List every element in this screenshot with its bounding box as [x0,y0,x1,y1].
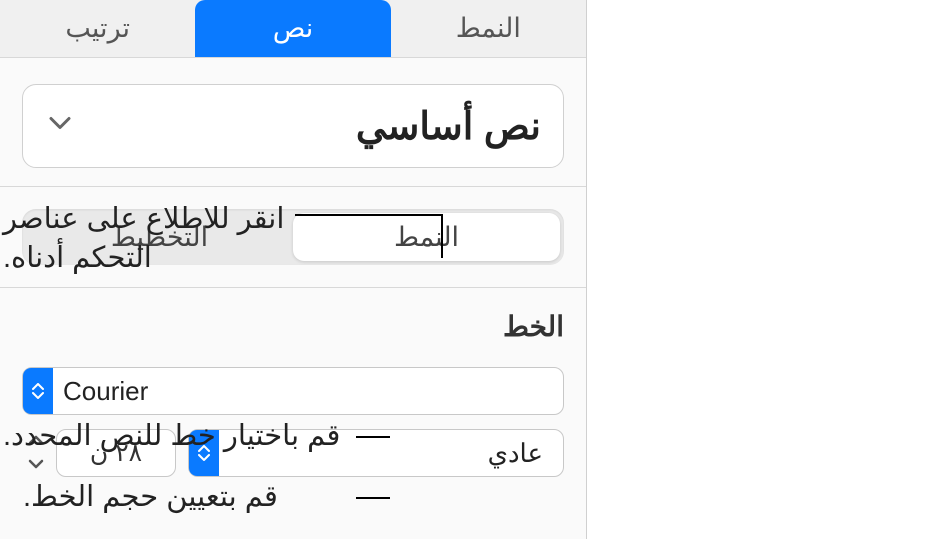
callout-line [295,214,443,216]
font-family-value: Courier [53,376,549,407]
updown-icon [23,368,53,414]
paragraph-style-selector[interactable]: نص أساسي [22,84,564,168]
callout-size: قم بتعيين حجم الخط. [23,478,353,517]
paragraph-style-section: نص أساسي [0,58,586,186]
callout-line [356,497,390,499]
font-family-popup[interactable]: Courier [22,367,564,415]
callout-line [441,214,443,258]
subtab-style[interactable]: النمط [293,213,560,261]
font-family-row: Courier [22,367,564,415]
callout-font: قم باختيار خط للنص المحدد. [3,417,353,456]
chevron-down-icon [49,117,71,136]
tab-style[interactable]: النمط [391,0,586,57]
tab-text[interactable]: نص [195,0,390,57]
callout-line [356,436,390,438]
top-tabs: النمط نص ترتيب [0,0,586,58]
tab-arrange[interactable]: ترتيب [0,0,195,57]
callout-subtabs: انقر للاطلاع على عناصر التحكم أدناه. [3,200,293,278]
stepper-down-icon[interactable] [28,456,44,474]
paragraph-style-name: نص أساسي [45,104,541,149]
font-heading: الخط [22,310,564,343]
